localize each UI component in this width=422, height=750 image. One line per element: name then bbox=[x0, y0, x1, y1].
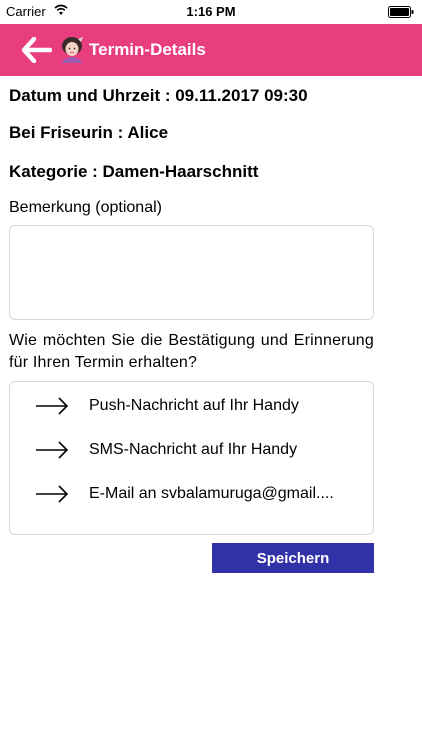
option-email-notification[interactable]: E-Mail an svbalamuruga@gmail.... bbox=[10, 476, 373, 512]
option-sms-notification[interactable]: SMS-Nachricht auf Ihr Handy bbox=[10, 432, 373, 468]
notification-question: Wie möchten Sie die Bestätigung und Erin… bbox=[9, 332, 374, 371]
stylist-avatar-icon bbox=[61, 37, 83, 63]
status-bar: Carrier 1:16 PM bbox=[0, 0, 422, 24]
arrow-right-icon bbox=[36, 397, 69, 415]
appointment-stylist: Bei Friseurin : Alice bbox=[9, 123, 169, 142]
appointment-category: Kategorie : Damen-Haarschnitt bbox=[9, 162, 259, 181]
battery-icon bbox=[388, 6, 414, 18]
arrow-right-icon bbox=[36, 485, 69, 503]
notification-options: Push-Nachricht auf Ihr Handy SMS-Nachric… bbox=[9, 381, 374, 535]
back-arrow-icon[interactable] bbox=[22, 37, 52, 63]
remark-label: Bemerkung (optional) bbox=[9, 199, 162, 216]
save-button[interactable]: Speichern bbox=[212, 543, 374, 573]
arrow-right-icon bbox=[36, 441, 69, 459]
option-label: E-Mail an svbalamuruga@gmail.... bbox=[89, 485, 334, 502]
option-push-notification[interactable]: Push-Nachricht auf Ihr Handy bbox=[10, 388, 373, 424]
appointment-date-time: Datum und Uhrzeit : 09.11.2017 09:30 bbox=[9, 86, 308, 105]
remark-input[interactable] bbox=[9, 225, 374, 320]
option-label: Push-Nachricht auf Ihr Handy bbox=[89, 397, 299, 414]
app-header: Termin-Details bbox=[0, 24, 422, 76]
clock-time: 1:16 PM bbox=[186, 4, 236, 19]
page-title: Termin-Details bbox=[89, 40, 206, 59]
option-label: SMS-Nachricht auf Ihr Handy bbox=[89, 441, 298, 458]
